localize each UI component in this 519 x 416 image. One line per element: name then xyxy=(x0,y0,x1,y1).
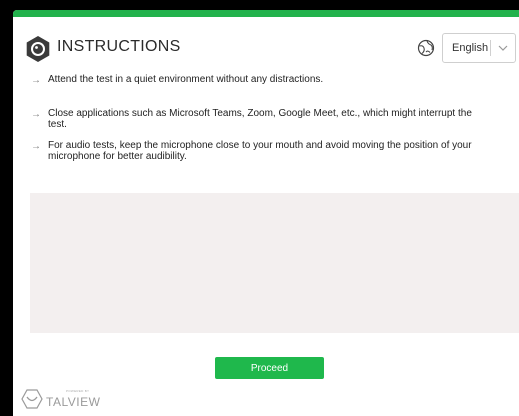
instructions-card: INSTRUCTIONS English → Attend the test i… xyxy=(13,10,519,416)
language-selected-value: English xyxy=(452,42,489,54)
arrow-right-icon: → xyxy=(31,109,41,120)
brand-name: TALVIEW xyxy=(46,395,101,409)
talview-logo-icon xyxy=(21,389,43,409)
select-divider xyxy=(490,40,491,56)
instruction-text: Attend the test in a quiet environment w… xyxy=(48,74,324,85)
instruction-text: For audio tests, keep the microphone clo… xyxy=(48,140,472,162)
globe-icon[interactable] xyxy=(417,39,435,57)
language-select[interactable]: English xyxy=(442,33,516,63)
powered-by-label: POWERED BY xyxy=(66,389,90,393)
instruction-text: Close applications such as Microsoft Tea… xyxy=(48,108,472,130)
proceed-button[interactable]: Proceed xyxy=(215,357,324,379)
page-title: INSTRUCTIONS xyxy=(57,38,181,55)
arrow-right-icon: → xyxy=(31,75,41,86)
microphone-logo-icon xyxy=(26,36,50,62)
chevron-down-icon[interactable] xyxy=(497,42,509,54)
preview-panel xyxy=(30,193,519,333)
accent-bar xyxy=(13,10,519,17)
arrow-right-icon: → xyxy=(31,141,41,152)
header: INSTRUCTIONS English xyxy=(13,31,519,67)
